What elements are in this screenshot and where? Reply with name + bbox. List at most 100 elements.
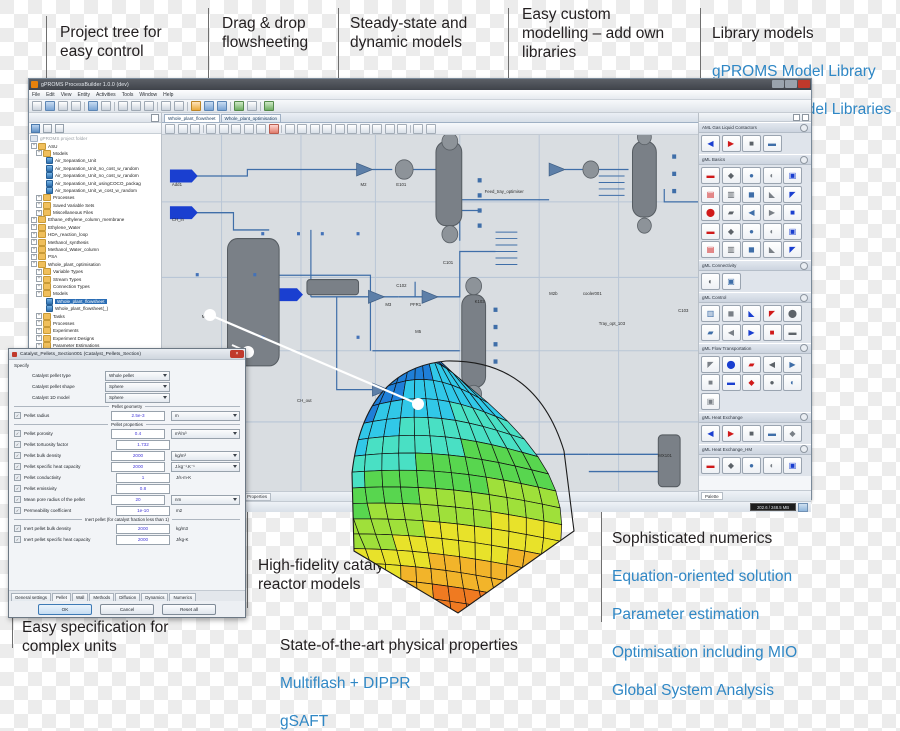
- tree-node[interactable]: Air_Separation_Unit_w_cost_w_random: [30, 187, 161, 194]
- connector-tool-icon[interactable]: [190, 124, 200, 134]
- tree-node[interactable]: +Methanol_Water_column: [30, 246, 161, 253]
- field-value[interactable]: 1: [116, 473, 170, 483]
- palette-item[interactable]: ◀: [742, 204, 761, 221]
- distribute-v-icon[interactable]: [372, 124, 382, 134]
- palette-item[interactable]: ◣: [763, 241, 782, 258]
- palette-item[interactable]: ▰: [701, 324, 720, 341]
- select-control[interactable]: Sphere: [105, 393, 170, 403]
- menu-item-file[interactable]: File: [32, 92, 40, 98]
- dialog-button-row[interactable]: OKCancelReset all: [9, 601, 245, 617]
- palette-item[interactable]: ⬤: [783, 305, 802, 322]
- tree-node[interactable]: Air_Separation_Unit_no_cost_w_random: [30, 172, 161, 179]
- palette-item[interactable]: ◤: [783, 241, 802, 258]
- palette-item[interactable]: ◣: [763, 186, 782, 203]
- palette-item[interactable]: ▣: [701, 393, 720, 410]
- menu-item-edit[interactable]: Edit: [46, 92, 55, 98]
- palette-item[interactable]: ◤: [701, 356, 720, 373]
- tree-node[interactable]: +Miscellaneous Files: [30, 209, 161, 216]
- palette-item[interactable]: ▣: [783, 223, 802, 240]
- field-checkbox[interactable]: ✓: [14, 412, 21, 419]
- menu-bar[interactable]: File Edit View Entity Activities Tools W…: [29, 90, 811, 100]
- group-icon[interactable]: [385, 124, 395, 134]
- palette-pin-icon[interactable]: [793, 114, 800, 121]
- palette-item[interactable]: ▣: [783, 457, 802, 474]
- save-icon[interactable]: [58, 101, 68, 111]
- palette-section-header[interactable]: gML Basics: [699, 154, 811, 165]
- preview-icon[interactable]: [101, 101, 111, 111]
- tree-node[interactable]: +Variable Types: [30, 268, 161, 275]
- palette-item[interactable]: ●: [742, 167, 761, 184]
- palette-item[interactable]: ◐: [701, 273, 720, 290]
- palette-item[interactable]: ▰: [742, 356, 761, 373]
- tree-node[interactable]: +Models: [30, 150, 161, 157]
- align-bottom-icon[interactable]: [347, 124, 357, 134]
- paste-icon[interactable]: [144, 101, 154, 111]
- palette-item[interactable]: ▥: [722, 186, 741, 203]
- dialog-tab[interactable]: Wall: [72, 593, 88, 601]
- palette-section-header[interactable]: gML Flow Transportation: [699, 343, 811, 354]
- zoom-actual-icon[interactable]: [244, 124, 254, 134]
- tree-node[interactable]: +Processes: [30, 194, 161, 201]
- field-unit-select[interactable]: nm: [171, 495, 240, 505]
- distribute-h-icon[interactable]: [360, 124, 370, 134]
- palette-item[interactable]: ▥: [701, 305, 720, 322]
- palette-item-grid[interactable]: ▬◆●◐▣: [699, 455, 811, 476]
- palette-section-collapse-icon[interactable]: [800, 294, 808, 302]
- palette-item[interactable]: ◣: [742, 305, 761, 322]
- run-back-icon[interactable]: [204, 101, 214, 111]
- field-value[interactable]: 2000: [116, 524, 170, 534]
- field-value[interactable]: 0.8: [116, 484, 170, 494]
- editor-tab[interactable]: Whole_plant_flowsheet: [164, 114, 220, 122]
- tree-node[interactable]: Air_Separation_Unit_no_cost_w_random: [30, 165, 161, 172]
- dialog-button[interactable]: Reset all: [162, 604, 216, 615]
- palette-item[interactable]: ◼: [742, 186, 761, 203]
- dialog-property-rows[interactable]: ✓Pellet porosity0.4m³/m³✓Pellet tortuosi…: [14, 428, 240, 516]
- field-value[interactable]: 1.732: [116, 440, 170, 450]
- delete-icon[interactable]: [269, 124, 279, 134]
- dialog-geometry-rows[interactable]: ✓Pellet radius2.5e-3m: [14, 410, 240, 421]
- palette-section-header[interactable]: AML Gas Liquid Contactors: [699, 122, 811, 133]
- palette-item[interactable]: ▶: [783, 356, 802, 373]
- field-checkbox[interactable]: ✓: [14, 452, 21, 459]
- palette-item[interactable]: ◼: [742, 241, 761, 258]
- align-right-icon[interactable]: [310, 124, 320, 134]
- palette-tabstrip[interactable]: Palette: [699, 490, 811, 501]
- palette-item-grid[interactable]: ◤⬤▰◀▶■▬◆●◐▣: [699, 354, 811, 412]
- field-checkbox[interactable]: ✓: [14, 525, 21, 532]
- chevron-down-icon[interactable]: [247, 101, 257, 111]
- palette-item[interactable]: ▬: [701, 457, 720, 474]
- field-unit-select[interactable]: m³/m³: [171, 429, 240, 439]
- palette-item[interactable]: ◐: [763, 457, 782, 474]
- zoom-out-icon[interactable]: [219, 124, 229, 134]
- dialog-tab[interactable]: General settings: [11, 593, 51, 601]
- select-control[interactable]: Whole pellet: [105, 371, 170, 381]
- palette-item[interactable]: ▣: [783, 167, 802, 184]
- close-button[interactable]: [798, 80, 810, 88]
- dialog-tab[interactable]: Pellet: [52, 593, 71, 601]
- palette-item[interactable]: ■: [763, 324, 782, 341]
- maximize-panel-icon[interactable]: [151, 114, 159, 122]
- palette-item[interactable]: ◼: [722, 305, 741, 322]
- palette-item[interactable]: ■: [742, 135, 761, 152]
- palette-item[interactable]: ◀: [722, 324, 741, 341]
- search-icon[interactable]: [191, 101, 201, 111]
- dialog-tab[interactable]: Dynamics: [141, 593, 168, 601]
- tree-node[interactable]: Air_Separation_Unit: [30, 157, 161, 164]
- field-checkbox[interactable]: ✓: [14, 441, 21, 448]
- new-file-icon[interactable]: [32, 101, 42, 111]
- palette-item[interactable]: ▬: [722, 374, 741, 391]
- field-value[interactable]: 2000: [111, 451, 165, 461]
- palette-item[interactable]: ◆: [742, 374, 761, 391]
- palette-item-grid[interactable]: ◐▣: [699, 271, 811, 292]
- tree-node[interactable]: Whole_plant_flowsheet(_): [30, 305, 161, 312]
- editor-bottom-tab[interactable]: Properties: [243, 493, 271, 501]
- palette-section-header[interactable]: gML Control: [699, 292, 811, 303]
- dialog-tab[interactable]: Diffusion: [115, 593, 140, 601]
- palette-sections[interactable]: AML Gas Liquid Contactors◀▶■▬gML Basics▬…: [699, 122, 811, 490]
- palette-item[interactable]: ▶: [722, 425, 741, 442]
- redo-icon[interactable]: [174, 101, 184, 111]
- cut-icon[interactable]: [118, 101, 128, 111]
- palette-section-header[interactable]: gML Connectivity: [699, 260, 811, 271]
- field-checkbox[interactable]: ✓: [14, 507, 21, 514]
- print-icon[interactable]: [88, 101, 98, 111]
